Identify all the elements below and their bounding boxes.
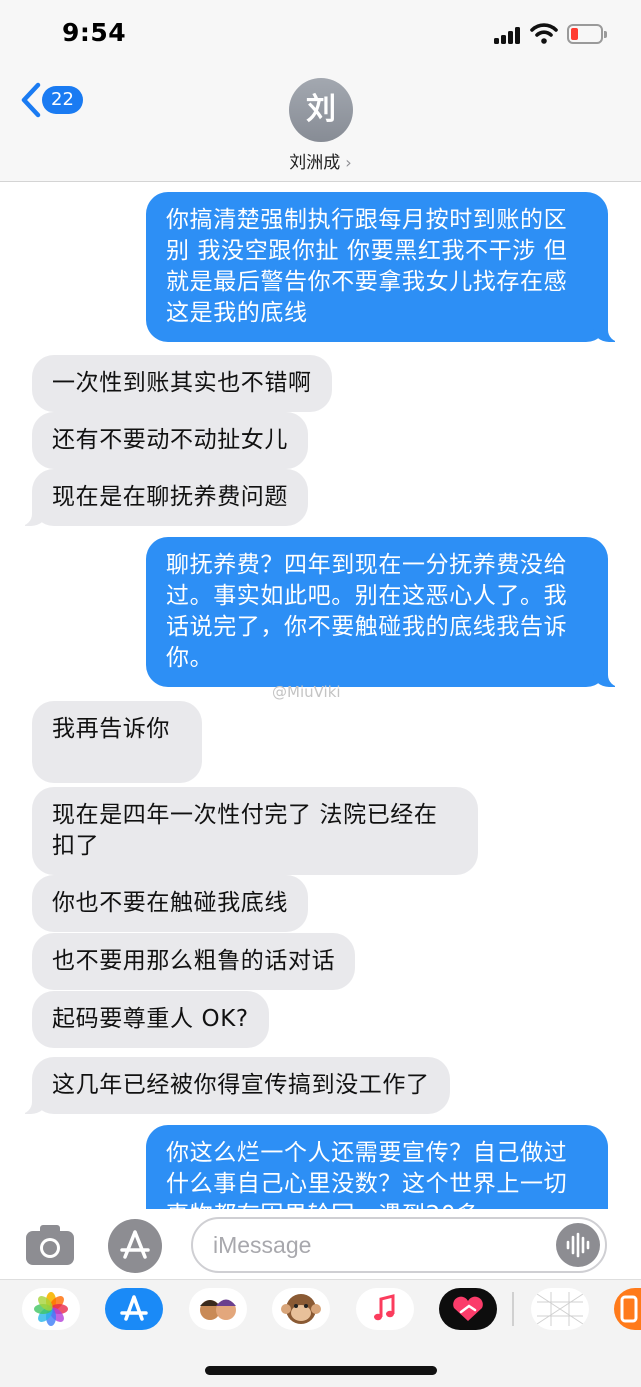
- music-icon: [374, 1294, 395, 1321]
- message-bubble-received[interactable]: 还有不要动不动扯女儿: [32, 412, 308, 469]
- more-app-button[interactable]: [614, 1288, 641, 1330]
- app-store-icon: [120, 1295, 148, 1321]
- watermark: @MiuViki: [272, 683, 341, 701]
- message-bubble-sent[interactable]: 你搞清楚强制执行跟每月按时到账的区别 我没空跟你扯 你要黑红我不干涉 但就是最后…: [146, 192, 622, 342]
- more-app-icon: [620, 1295, 638, 1323]
- app-store-app-button[interactable]: [105, 1288, 163, 1330]
- message-bubble-received[interactable]: 现在是四年一次性付完了 法院已经在扣了: [32, 787, 478, 875]
- imessage-input[interactable]: iMessage: [191, 1217, 607, 1273]
- home-indicator: [205, 1366, 437, 1375]
- message-bubble-received[interactable]: 你也不要在触碰我底线: [32, 875, 308, 932]
- app-store-button[interactable]: [108, 1219, 162, 1273]
- memoji-icon: [200, 1299, 236, 1320]
- contact-avatar[interactable]: 刘: [289, 78, 353, 142]
- unread-count-badge[interactable]: 22: [42, 86, 83, 114]
- status-time: 9:54: [62, 18, 127, 47]
- message-bubble-received[interactable]: 现在是在聊抚养费问题: [18, 469, 308, 526]
- back-chevron-icon[interactable]: [20, 82, 42, 118]
- cellular-signal-icon: [494, 27, 522, 44]
- chevron-right-icon: ›: [345, 153, 352, 172]
- contact-name-button[interactable]: 刘洲成 ›: [0, 148, 641, 173]
- sticker-app-button[interactable]: [531, 1288, 589, 1330]
- message-list[interactable]: 你搞清楚强制执行跟每月按时到账的区别 我没空跟你扯 你要黑红我不干涉 但就是最后…: [0, 183, 641, 1209]
- drawer-divider: [512, 1292, 514, 1326]
- digital-touch-icon: [453, 1296, 483, 1321]
- compose-bar: iMessage: [0, 1209, 641, 1279]
- audio-message-button[interactable]: [556, 1223, 600, 1267]
- app-drawer: [0, 1279, 641, 1387]
- app-store-icon: [120, 1230, 150, 1259]
- animoji-app-button[interactable]: [272, 1288, 330, 1330]
- monkey-sticker-icon: [281, 1294, 321, 1324]
- message-bubble-sent[interactable]: 聊抚养费？四年到现在一分抚养费没给过。事实如此吧。别在这恶心人了。我话说完了，你…: [146, 537, 622, 687]
- status-bar: 9:54: [0, 0, 641, 62]
- music-app-button[interactable]: [356, 1288, 414, 1330]
- digital-touch-app-button[interactable]: [439, 1288, 497, 1330]
- message-bubble-received[interactable]: 一次性到账其实也不错啊: [32, 355, 332, 412]
- wifi-icon: [530, 23, 558, 44]
- message-bubble-received[interactable]: 我再告诉你: [32, 701, 202, 783]
- message-bubble-sent[interactable]: 你这么烂一个人还需要宣传？自己做过什么事自己心里没数？这个世界上一切事物都有因果…: [146, 1125, 608, 1209]
- memoji-app-button[interactable]: [189, 1288, 247, 1330]
- message-bubble-received[interactable]: 这几年已经被你得宣传搞到没工作了: [18, 1057, 450, 1114]
- waveform-icon: [566, 1232, 590, 1258]
- message-bubble-received[interactable]: 起码要尊重人 OK?: [32, 991, 269, 1048]
- contact-name: 刘洲成: [289, 153, 341, 173]
- conversation-header: 22 刘 刘洲成 ›: [0, 62, 641, 182]
- battery-icon: [567, 24, 607, 44]
- message-bubble-received[interactable]: 也不要用那么粗鲁的话对话: [32, 933, 356, 990]
- photos-icon: [34, 1292, 68, 1326]
- photos-app-button[interactable]: [22, 1288, 80, 1330]
- camera-icon[interactable]: [24, 1222, 76, 1268]
- sticker-pack-icon: [536, 1292, 584, 1326]
- input-placeholder: iMessage: [213, 1232, 312, 1258]
